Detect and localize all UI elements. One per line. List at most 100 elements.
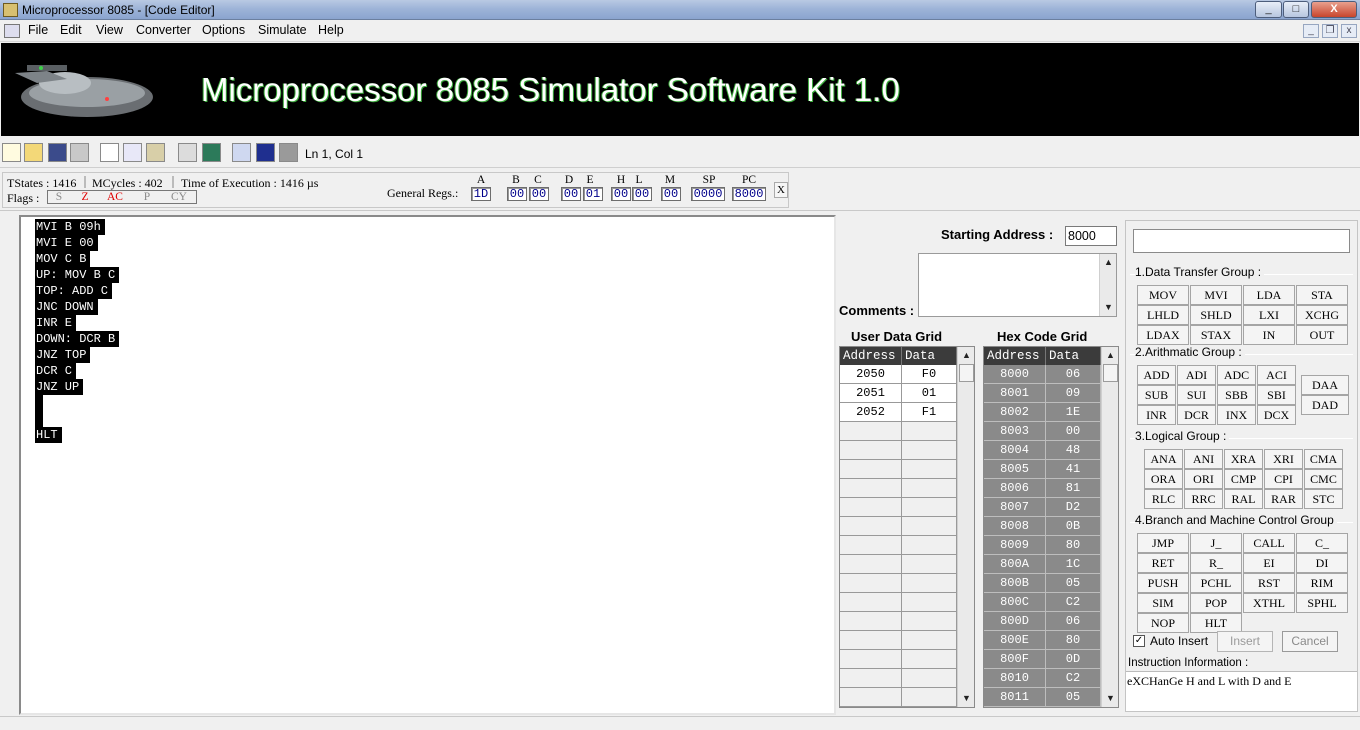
instruction-button-rst[interactable]: RST	[1243, 573, 1295, 593]
instruction-button-jmp[interactable]: JMP	[1137, 533, 1189, 553]
instruction-button-rim[interactable]: RIM	[1296, 573, 1348, 593]
instruction-button-ral[interactable]: RAL	[1224, 489, 1263, 509]
starting-address-input[interactable]	[1065, 226, 1117, 246]
scroll-up-icon[interactable]: ▲	[1102, 347, 1119, 364]
instruction-button-sta[interactable]: STA	[1296, 285, 1348, 305]
instruction-button-cmp[interactable]: CMP	[1224, 469, 1263, 489]
instruction-button-aci[interactable]: ACI	[1257, 365, 1296, 385]
instruction-button-j-[interactable]: J_	[1190, 533, 1242, 553]
code-line[interactable]	[35, 411, 43, 427]
copy-icon[interactable]	[123, 143, 142, 162]
instruction-button-sui[interactable]: SUI	[1177, 385, 1216, 405]
comments-textarea[interactable]: ▲ ▼	[918, 253, 1117, 317]
instruction-button-add[interactable]: ADD	[1137, 365, 1176, 385]
hex-grid-data-cell[interactable]: C2	[1046, 593, 1101, 612]
hex-grid-data-cell[interactable]: C2	[1046, 669, 1101, 688]
hex-grid-data-cell[interactable]: 80	[1046, 536, 1101, 555]
hex-grid-address-cell[interactable]: 8004	[984, 441, 1046, 460]
run-icon[interactable]	[256, 143, 275, 162]
instruction-button-ora[interactable]: ORA	[1144, 469, 1183, 489]
instruction-button-out[interactable]: OUT	[1296, 325, 1348, 345]
hex-grid-data-cell[interactable]: 06	[1046, 612, 1101, 631]
hex-grid-data-cell[interactable]: 1C	[1046, 555, 1101, 574]
document-icon[interactable]	[4, 24, 20, 38]
code-line[interactable]: HLT	[35, 427, 62, 443]
instruction-button-sim[interactable]: SIM	[1137, 593, 1189, 613]
hex-grid-data-cell[interactable]: D2	[1046, 498, 1101, 517]
hex-code-grid[interactable]: Address Data 8000 06 8001 09 8002 1E 8003 00 800…	[983, 346, 1119, 708]
instruction-button-pop[interactable]: POP	[1190, 593, 1242, 613]
maximize-button[interactable]: □	[1283, 1, 1309, 18]
step-icon[interactable]	[232, 143, 251, 162]
hex-grid-data-cell[interactable]: 0D	[1046, 650, 1101, 669]
instruction-button-di[interactable]: DI	[1296, 553, 1348, 573]
hex-grid-address-cell[interactable]: 8008	[984, 517, 1046, 536]
instruction-button-ori[interactable]: ORI	[1184, 469, 1223, 489]
hex-grid-data-cell[interactable]: 80	[1046, 631, 1101, 650]
instruction-button-r-[interactable]: R_	[1190, 553, 1242, 573]
instruction-button-pchl[interactable]: PCHL	[1190, 573, 1242, 593]
paste-icon[interactable]	[146, 143, 165, 162]
scroll-thumb[interactable]	[1103, 364, 1118, 382]
menu-file[interactable]: File	[28, 23, 48, 37]
hex-grid-scrollbar[interactable]: ▲ ▼	[1101, 347, 1118, 707]
instruction-button-ei[interactable]: EI	[1243, 553, 1295, 573]
instruction-button-cmc[interactable]: CMC	[1304, 469, 1343, 489]
menu-help[interactable]: Help	[318, 23, 344, 37]
instruction-button-c-[interactable]: C_	[1296, 533, 1348, 553]
instruction-button-adc[interactable]: ADC	[1217, 365, 1256, 385]
scroll-down-icon[interactable]: ▼	[1100, 299, 1117, 316]
instruction-button-ldax[interactable]: LDAX	[1137, 325, 1189, 345]
hex-grid-address-cell[interactable]: 8011	[984, 688, 1046, 707]
instruction-button-ani[interactable]: ANI	[1184, 449, 1223, 469]
print-icon[interactable]	[70, 143, 89, 162]
instruction-button-lhld[interactable]: LHLD	[1137, 305, 1189, 325]
code-line[interactable]: MVI E 00	[35, 235, 98, 251]
mdi-close-button[interactable]: x	[1341, 24, 1357, 38]
instruction-button-xra[interactable]: XRA	[1224, 449, 1263, 469]
user-grid-data-cell[interactable]: F1	[902, 403, 957, 422]
instruction-button-sbi[interactable]: SBI	[1257, 385, 1296, 405]
menu-converter[interactable]: Converter	[136, 23, 191, 37]
comments-scrollbar[interactable]: ▲ ▼	[1099, 254, 1116, 316]
instruction-button-adi[interactable]: ADI	[1177, 365, 1216, 385]
hex-grid-data-cell[interactable]: 05	[1046, 574, 1101, 593]
instruction-button-mov[interactable]: MOV	[1137, 285, 1189, 305]
stop-icon[interactable]	[279, 143, 298, 162]
hex-grid-data-cell[interactable]: 1E	[1046, 403, 1101, 422]
instruction-button-sbb[interactable]: SBB	[1217, 385, 1256, 405]
instruction-button-cpi[interactable]: CPI	[1264, 469, 1303, 489]
menu-edit[interactable]: Edit	[60, 23, 82, 37]
scroll-thumb[interactable]	[959, 364, 974, 382]
hex-grid-address-cell[interactable]: 8007	[984, 498, 1046, 517]
compile-icon[interactable]	[202, 143, 221, 162]
instruction-button-ana[interactable]: ANA	[1144, 449, 1183, 469]
instruction-button-stc[interactable]: STC	[1304, 489, 1343, 509]
instruction-button-stax[interactable]: STAX	[1190, 325, 1242, 345]
hex-grid-address-cell[interactable]: 800F	[984, 650, 1046, 669]
hex-grid-data-cell[interactable]: 09	[1046, 384, 1101, 403]
instruction-button-in[interactable]: IN	[1243, 325, 1295, 345]
hex-grid-address-cell[interactable]: 8001	[984, 384, 1046, 403]
hex-grid-address-cell[interactable]: 8010	[984, 669, 1046, 688]
hex-grid-address-cell[interactable]: 8003	[984, 422, 1046, 441]
instruction-button-call[interactable]: CALL	[1243, 533, 1295, 553]
instruction-button-nop[interactable]: NOP	[1137, 613, 1189, 633]
hex-grid-address-cell[interactable]: 800E	[984, 631, 1046, 650]
instruction-button-inx[interactable]: INX	[1217, 405, 1256, 425]
insert-button[interactable]: Insert	[1217, 631, 1273, 652]
cut-icon[interactable]	[100, 143, 119, 162]
auto-insert-checkbox[interactable]: ✓	[1133, 635, 1145, 647]
minimize-button[interactable]: _	[1255, 1, 1282, 18]
code-line[interactable]: JNZ TOP	[35, 347, 91, 363]
user-grid-address-cell[interactable]: 2052	[840, 403, 902, 422]
instruction-button-ret[interactable]: RET	[1137, 553, 1189, 573]
code-line[interactable]: UP: MOV B C	[35, 267, 120, 283]
instruction-button-sphl[interactable]: SPHL	[1296, 593, 1348, 613]
code-line[interactable]: MVI B 09h	[35, 219, 105, 235]
instruction-button-hlt[interactable]: HLT	[1190, 613, 1242, 633]
user-grid-empty-rows[interactable]	[840, 422, 957, 707]
instruction-button-xri[interactable]: XRI	[1264, 449, 1303, 469]
instruction-button-shld[interactable]: SHLD	[1190, 305, 1242, 325]
scroll-up-icon[interactable]: ▲	[958, 347, 975, 364]
